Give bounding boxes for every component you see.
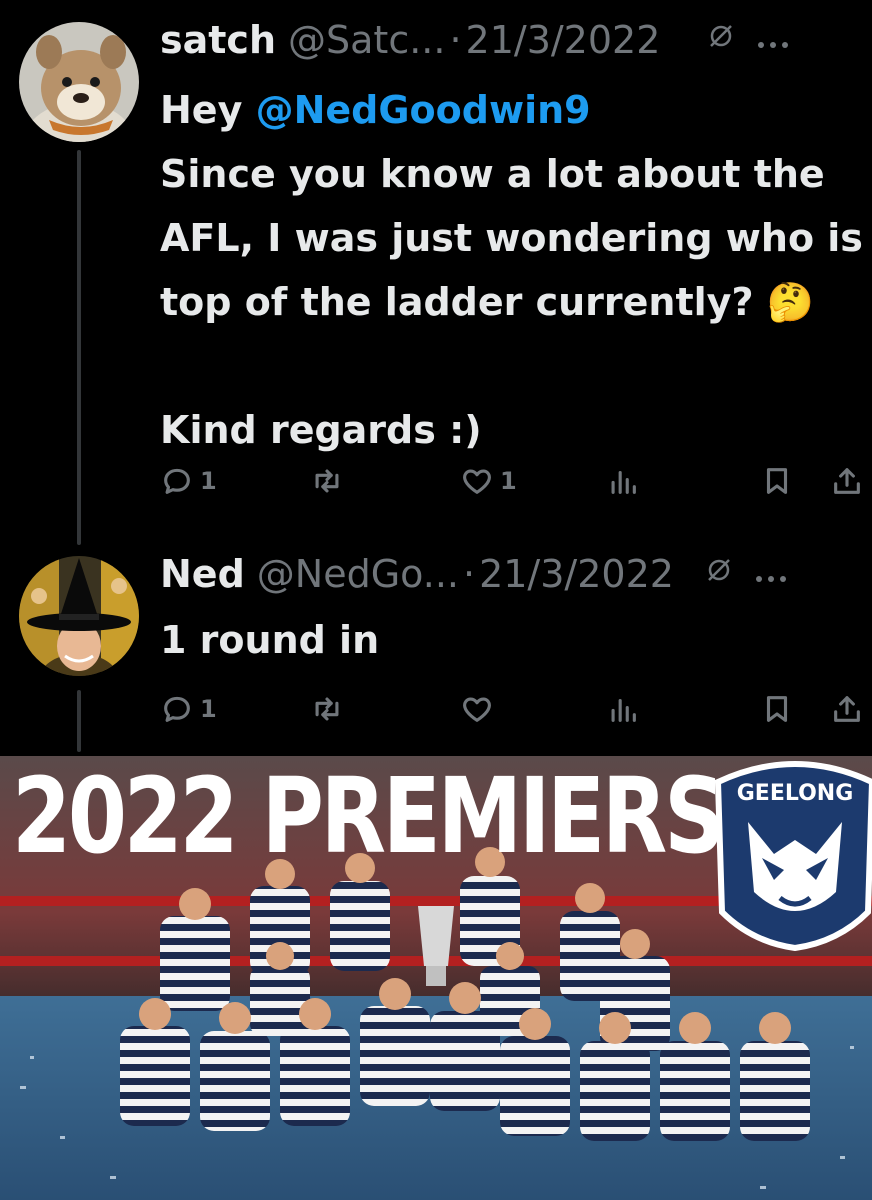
reply-count: 1 <box>200 695 217 723</box>
tweet-line: 1 round in <box>160 618 380 662</box>
share-icon <box>834 468 860 494</box>
bookmark-icon <box>766 696 788 722</box>
like-count: 1 <box>500 467 517 495</box>
tweet-header: satch @Satc... · 21/3/2022 <box>160 18 790 62</box>
like-icon <box>463 697 491 722</box>
avatar-satch[interactable] <box>19 22 139 142</box>
share-button[interactable] <box>830 464 864 498</box>
author-name[interactable]: Ned <box>160 552 245 596</box>
avatar-ned[interactable] <box>19 556 139 676</box>
reply-button[interactable]: 1 <box>160 692 217 726</box>
tweet-actions: 1 1 <box>160 464 872 504</box>
thread-line <box>77 150 81 545</box>
attached-photo[interactable]: 2022 PREMIERS GEELONG <box>0 756 872 1200</box>
mute-icon[interactable] <box>706 20 736 60</box>
reply-button[interactable]: 1 <box>160 464 217 498</box>
views-button[interactable] <box>606 464 640 498</box>
separator: · <box>449 18 462 62</box>
more-icon[interactable] <box>756 24 790 57</box>
tweet-line: Kind regards :) <box>160 408 482 452</box>
mention-link[interactable]: @NedGoodwin9 <box>256 88 591 132</box>
views-icon <box>611 698 636 722</box>
share-icon <box>834 696 860 722</box>
views-icon <box>611 470 636 494</box>
bookmark-icon <box>766 468 788 494</box>
mute-icon[interactable] <box>704 554 734 594</box>
retweet-icon <box>315 697 339 721</box>
author-handle[interactable]: @Satc... <box>288 18 445 62</box>
views-button[interactable] <box>606 692 640 726</box>
premiers-headline: 2022 PREMIERS <box>12 756 722 877</box>
tweet-date[interactable]: 21/3/2022 <box>479 552 674 596</box>
geelong-logo: GEELONG <box>714 761 872 952</box>
like-button[interactable] <box>460 692 500 726</box>
retweet-icon <box>315 469 339 493</box>
tweet-actions: 1 <box>160 692 872 732</box>
separator: · <box>462 552 476 596</box>
tweet-line: top of the ladder currently? 🤔 <box>160 280 815 324</box>
bookmark-button[interactable] <box>760 464 794 498</box>
greeting-text: Hey <box>160 88 256 132</box>
more-icon[interactable] <box>754 558 788 591</box>
tweet-header: Ned @NedGo... · 21/3/2022 <box>160 552 788 596</box>
like-icon <box>463 469 491 494</box>
reply-icon <box>164 696 190 722</box>
tweet-line: Since you know a lot about the <box>160 152 825 196</box>
bookmark-button[interactable] <box>760 692 794 726</box>
retweet-button[interactable] <box>310 692 350 726</box>
retweet-button[interactable] <box>310 464 350 498</box>
tweet-text: Hey @NedGoodwin9 Since you know a lot ab… <box>160 78 870 462</box>
author-handle[interactable]: @NedGo... <box>257 552 459 596</box>
tweet-line: AFL, I was just wondering who is <box>160 216 863 260</box>
author-name[interactable]: satch <box>160 18 276 62</box>
tweet-date[interactable]: 21/3/2022 <box>466 18 661 62</box>
tweet-line: Hey @NedGoodwin9 <box>160 78 870 142</box>
reply-icon <box>164 468 190 494</box>
badge-text: GEELONG <box>737 781 854 806</box>
share-button[interactable] <box>830 692 864 726</box>
tweet-text: 1 round in <box>160 608 870 672</box>
thread-line-lower <box>77 690 81 752</box>
like-button[interactable]: 1 <box>460 464 517 498</box>
reply-count: 1 <box>200 467 217 495</box>
